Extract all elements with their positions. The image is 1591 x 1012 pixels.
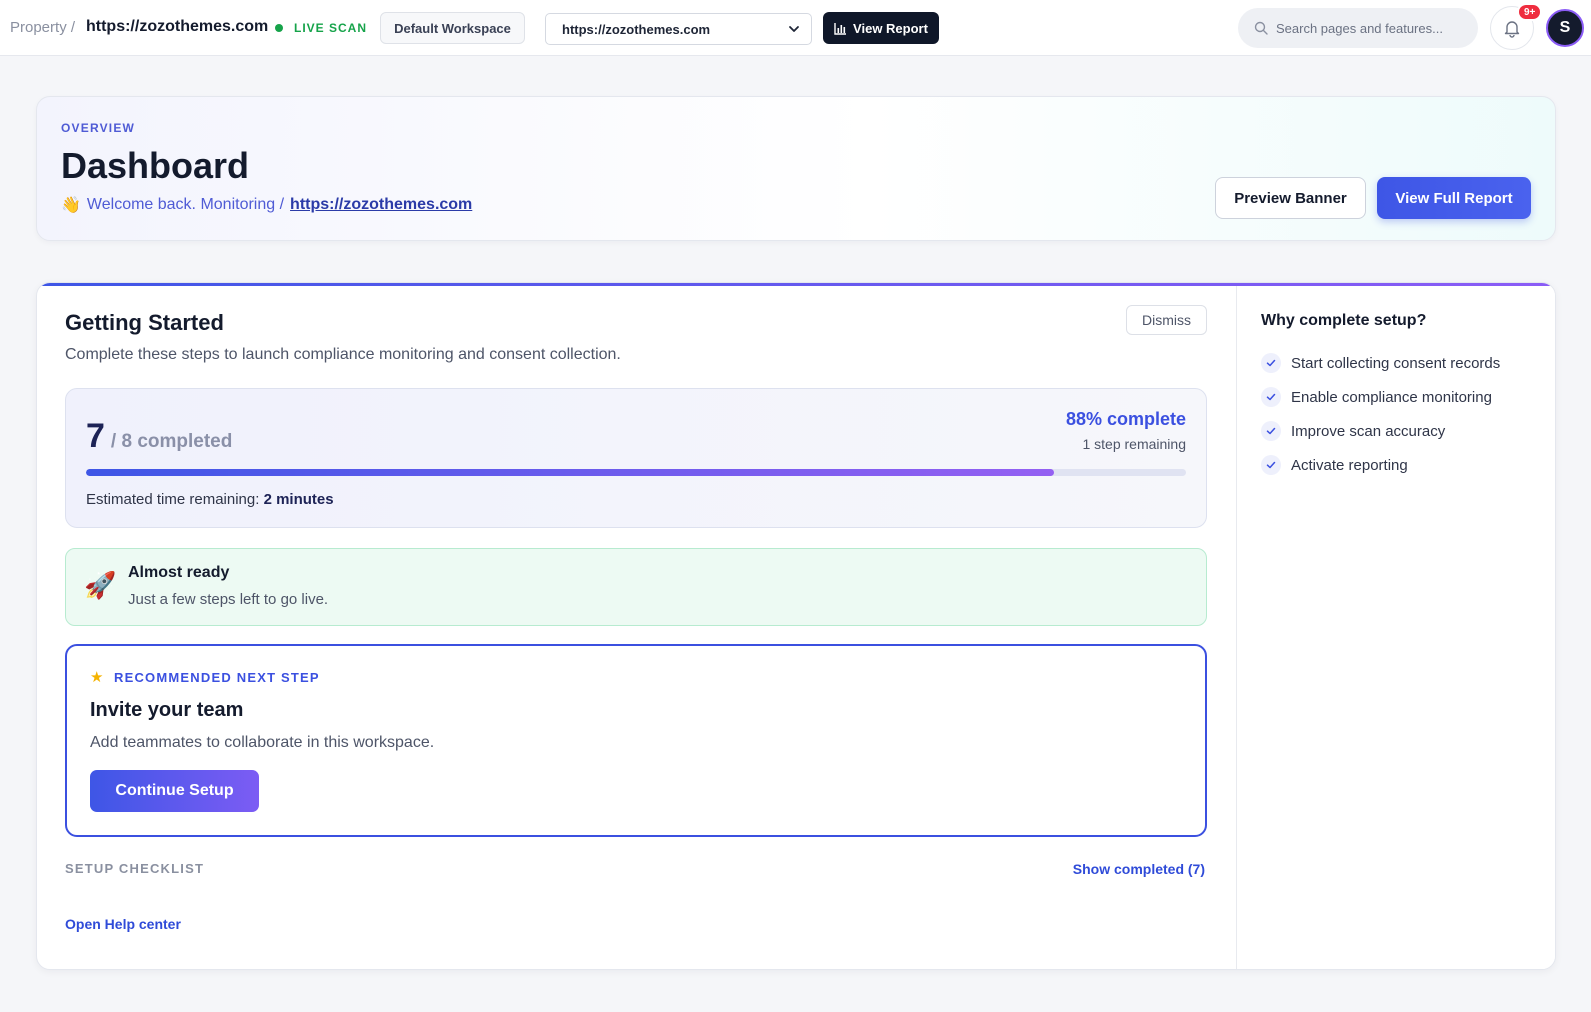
eta-prefix: Estimated time remaining: bbox=[86, 491, 260, 508]
preview-banner-button[interactable]: Preview Banner bbox=[1215, 177, 1366, 219]
check-icon bbox=[1261, 421, 1281, 441]
search-box[interactable] bbox=[1238, 8, 1478, 48]
breadcrumb-site: https://zozothemes.com bbox=[86, 18, 269, 35]
view-full-report-button[interactable]: View Full Report bbox=[1377, 177, 1531, 219]
breadcrumb-prefix[interactable]: Property / bbox=[10, 19, 75, 36]
why-setup-item-label: Start collecting consent records bbox=[1291, 354, 1501, 372]
view-report-button[interactable]: View Report bbox=[823, 12, 939, 44]
why-setup-panel: Why complete setup? Start collecting con… bbox=[1236, 286, 1555, 969]
getting-started-card: Getting Started Complete these steps to … bbox=[36, 282, 1556, 970]
live-status-dot bbox=[275, 24, 283, 32]
estimated-time: Estimated time remaining: 2 minutes bbox=[86, 491, 334, 508]
almost-ready-title: Almost ready bbox=[128, 564, 230, 581]
setup-checklist-label: SETUP CHECKLIST bbox=[65, 861, 205, 876]
total-count: / 8 completed bbox=[110, 431, 233, 452]
progress-card: 7 / 8 completed 88% complete 1 step rema… bbox=[65, 388, 1207, 528]
check-icon bbox=[1261, 387, 1281, 407]
check-icon bbox=[1261, 353, 1281, 373]
site-select-value: https://zozothemes.com bbox=[562, 21, 711, 37]
percent-complete: 88% complete bbox=[1065, 409, 1186, 429]
bar-chart-icon bbox=[834, 22, 847, 35]
completed-count: 7 bbox=[86, 417, 105, 455]
site-select[interactable]: https://zozothemes.com bbox=[545, 13, 812, 45]
why-setup-item: Start collecting consent records bbox=[1261, 346, 1500, 380]
steps-remaining: 1 step remaining bbox=[1082, 436, 1186, 452]
top-bar: Property / https://zozothemes.com LIVE S… bbox=[0, 0, 1591, 56]
overview-label: OVERVIEW bbox=[61, 121, 136, 135]
notification-badge: 9+ bbox=[1517, 3, 1543, 21]
almost-ready-card: 🚀 Almost ready Just a few steps left to … bbox=[65, 548, 1207, 626]
rocket-icon: 🚀 bbox=[84, 570, 117, 600]
progress-bar-fill bbox=[86, 469, 1054, 476]
next-step-subtitle: Add teammates to collaborate in this wor… bbox=[90, 734, 435, 751]
overview-header-card: OVERVIEW Dashboard 👋 Welcome back. Monit… bbox=[36, 96, 1556, 241]
welcome-text: Welcome back. Monitoring / bbox=[86, 196, 285, 213]
show-completed-link[interactable]: Show completed (7) bbox=[1073, 861, 1205, 877]
dismiss-button[interactable]: Dismiss bbox=[1126, 305, 1207, 335]
why-setup-title: Why complete setup? bbox=[1261, 312, 1427, 329]
why-setup-list: Start collecting consent records Enable c… bbox=[1261, 346, 1500, 482]
page-title: Dashboard bbox=[61, 145, 250, 186]
almost-ready-subtitle: Just a few steps left to go live. bbox=[128, 591, 329, 608]
welcome-line: 👋 Welcome back. Monitoring / https://zoz… bbox=[61, 195, 472, 215]
progress-bar bbox=[86, 469, 1186, 476]
recommended-next-step-card: ★ RECOMMENDED NEXT STEP Invite your team… bbox=[65, 644, 1207, 837]
recommended-label: RECOMMENDED NEXT STEP bbox=[114, 670, 320, 685]
why-setup-item-label: Improve scan accuracy bbox=[1291, 422, 1446, 440]
getting-started-subtitle: Complete these steps to launch complianc… bbox=[65, 346, 621, 363]
eta-value: 2 minutes bbox=[263, 491, 334, 508]
chevron-down-icon bbox=[789, 26, 799, 32]
search-input[interactable] bbox=[1276, 16, 1466, 40]
wave-icon: 👋 bbox=[61, 197, 81, 214]
why-setup-item: Activate reporting bbox=[1261, 448, 1500, 482]
continue-setup-button[interactable]: Continue Setup bbox=[90, 770, 259, 812]
workspace-button[interactable]: Default Workspace bbox=[380, 12, 525, 44]
check-icon bbox=[1261, 455, 1281, 475]
bell-icon bbox=[1504, 21, 1520, 38]
search-icon bbox=[1254, 21, 1268, 35]
avatar[interactable]: S bbox=[1546, 9, 1584, 47]
star-icon: ★ bbox=[90, 669, 104, 686]
view-report-label: View Report bbox=[853, 20, 928, 36]
why-setup-item: Enable compliance monitoring bbox=[1261, 380, 1500, 414]
why-setup-item-label: Enable compliance monitoring bbox=[1291, 388, 1492, 406]
getting-started-title: Getting Started bbox=[65, 310, 224, 335]
live-scan-label: LIVE SCAN bbox=[294, 21, 368, 35]
why-setup-item-label: Activate reporting bbox=[1291, 456, 1408, 474]
help-center-link[interactable]: Open Help center bbox=[65, 916, 181, 932]
why-setup-item: Improve scan accuracy bbox=[1261, 414, 1500, 448]
monitored-site-link[interactable]: https://zozothemes.com bbox=[290, 196, 472, 214]
progress-count: 7 / 8 completed bbox=[86, 417, 232, 456]
next-step-title: Invite your team bbox=[90, 699, 244, 721]
